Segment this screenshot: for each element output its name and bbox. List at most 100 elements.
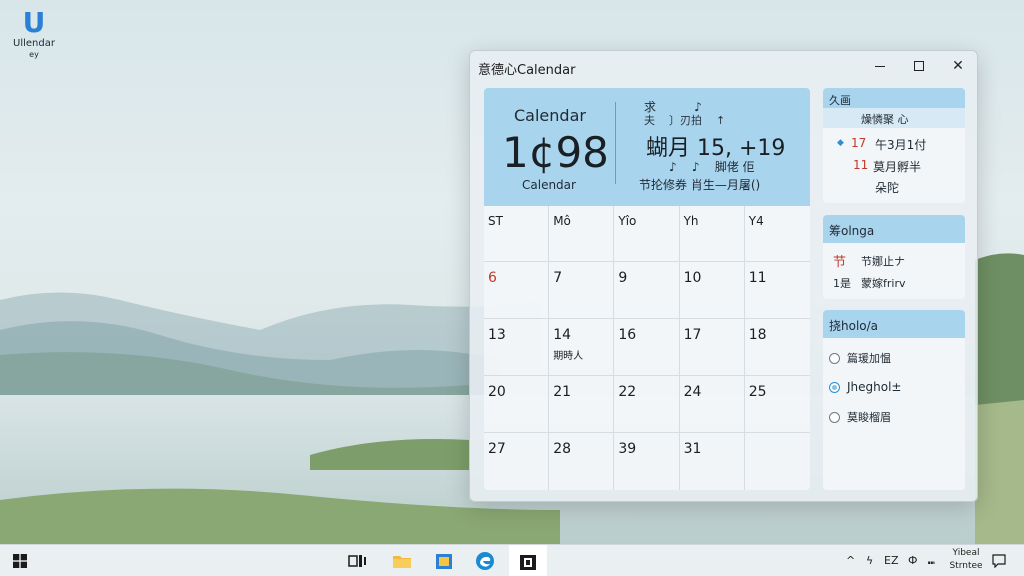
header-right-line3: 节抡修券 肖生—月屠() (639, 178, 761, 192)
calendar-window: 意德心Calendar ✕ Calendar 1¢98 Calendar 求 ♪… (469, 50, 978, 502)
event-date-number: 11 (853, 158, 869, 172)
calendar-main: Calendar 1¢98 Calendar 求 ♪ 夫 〕刃拍 ↑ 蝴月 15… (484, 88, 810, 490)
events-panel: 久画 燥憐聚 心 ◆ 17 午3月1付 11 莫月孵半 朵陀 (823, 88, 965, 203)
minimize-icon (875, 65, 885, 67)
radio-selected-icon (829, 381, 840, 393)
calendar-day-number: 14 (553, 327, 572, 343)
tray-network-icon[interactable]: ϟ (866, 554, 873, 567)
taskbar: ^ ϟ EZ Ф ⑉ Yibeal Strntee (0, 544, 1024, 576)
calendar-day-cell[interactable]: 25 (745, 376, 810, 432)
options-panel: 挠holo/a 篇瑗加愠 Jheghol± 莫睃榴眉 (823, 310, 965, 490)
taskbar-edge-browser[interactable] (467, 545, 503, 576)
notification-center-button[interactable] (988, 545, 1010, 576)
weekday-header: ST (484, 206, 550, 261)
calendar-week-row: 13 14 期時人 16 17 18 (484, 319, 810, 376)
event-item[interactable]: 莫月孵半 (873, 158, 921, 175)
option-label: Jheghol± (847, 380, 902, 394)
folder-icon (393, 556, 411, 568)
header-right-line2: ♪ ♪ 脚佬 佢 (669, 160, 755, 174)
calendar-week-row: 27 28 39 31 (484, 433, 810, 490)
tray-volume-icon[interactable]: Ф (908, 554, 917, 567)
radio-circle-icon (829, 352, 840, 364)
calendar-grid: ST Mô Yîo Yh Y4 6 7 9 10 11 13 14 期時人 16 (484, 206, 810, 490)
calendar-day-cell[interactable]: 27 (484, 433, 550, 490)
header-right-line1b: 夫 〕刃拍 ↑ (644, 114, 726, 127)
events-panel-title: 久画 (823, 88, 965, 108)
calendar-day-cell[interactable]: 22 (614, 376, 680, 432)
task-view-icon (348, 555, 366, 567)
taskbar-calendar-app[interactable] (426, 545, 462, 576)
notes-panel-title: 筹olnga (823, 215, 965, 243)
calendar-header: Calendar 1¢98 Calendar 求 ♪ 夫 〕刃拍 ↑ 蝴月 15… (484, 88, 810, 206)
option-label: 莫睃榴眉 (847, 411, 891, 424)
maximize-button[interactable] (899, 51, 939, 81)
calendar-day-cell[interactable]: 16 (614, 319, 680, 375)
calendar-day-cell[interactable]: 7 (549, 262, 615, 318)
edge-browser-icon (476, 552, 494, 570)
calendar-day-cell[interactable]: 6 (484, 262, 550, 318)
weekday-header: Yh (680, 206, 745, 261)
calendar-day-event-note: 期時人 (553, 351, 584, 362)
calendar-day-cell[interactable]: 13 (484, 319, 550, 375)
maximize-icon (914, 61, 924, 71)
calendar-day-cell[interactable]: 11 (745, 262, 810, 318)
desktop-shortcut-sublabel: ey (29, 50, 39, 59)
calendar-day-cell[interactable] (745, 433, 810, 490)
note-marker: 1是 (833, 277, 851, 290)
windows-logo-icon (13, 554, 27, 568)
notes-panel: 筹olnga 节 节娜止ナ 1是 蒙嫁frirv (823, 215, 965, 299)
desktop-shortcut-label: Ullendar (13, 38, 55, 49)
header-divider (615, 102, 616, 184)
desktop-shortcut-calendar[interactable]: U Ullendar ey (6, 8, 62, 60)
calendar-day-cell[interactable]: 39 (614, 433, 680, 490)
calendar-day-cell[interactable]: 20 (484, 376, 550, 432)
calendar-day-cell[interactable]: 21 (549, 376, 615, 432)
weekday-header: Y4 (748, 214, 764, 228)
weekday-header: Yîo (614, 206, 680, 261)
event-bullet-icon: ◆ (837, 138, 844, 148)
option-label: 篇瑗加愠 (847, 352, 891, 365)
weekday-header: Mô (549, 206, 615, 261)
calendar-day-cell[interactable]: 9 (614, 262, 680, 318)
tray-language-indicator[interactable]: EZ (884, 554, 899, 567)
close-button[interactable]: ✕ (938, 51, 978, 81)
taskbar-file-explorer[interactable] (384, 545, 420, 576)
options-panel-title: 挠holo/a (823, 310, 965, 338)
note-item[interactable]: 节娜止ナ (861, 253, 905, 269)
calendar-day-cell[interactable]: 18 (745, 319, 810, 375)
calendar-day-cell[interactable]: 14 期時人 (549, 319, 615, 375)
calendar-day-cell[interactable]: 24 (680, 376, 745, 432)
events-panel-subtitle: 燥憐聚 心 (823, 108, 965, 128)
close-icon: ✕ (952, 58, 964, 74)
header-calendar-label: Calendar (514, 106, 586, 125)
option-radio[interactable]: 莫睃榴眉 (829, 409, 891, 425)
store-bag-icon (520, 555, 536, 570)
header-big-number: 1¢98 (502, 128, 609, 177)
option-radio[interactable]: Jheghol± (829, 380, 901, 394)
window-title: 意德心Calendar (478, 63, 576, 78)
weekday-header-row: ST Mô Yîo Yh Y4 (484, 206, 810, 262)
notification-icon (992, 554, 1006, 568)
window-titlebar[interactable]: 意德心Calendar ✕ (470, 51, 977, 83)
start-button[interactable] (0, 545, 40, 576)
clock-line2: Strntee (949, 561, 983, 571)
clock-line1: Yibeal (952, 548, 980, 558)
taskbar-clock[interactable]: Yibeal Strntee (944, 547, 988, 573)
option-radio[interactable]: 篇瑗加愠 (829, 350, 891, 366)
calendar-day-cell[interactable]: 17 (680, 319, 745, 375)
event-item[interactable]: 午3月1付 (875, 136, 926, 153)
event-date-number: 17 (851, 136, 867, 150)
calendar-day-cell[interactable]: 31 (680, 433, 745, 490)
minimize-button[interactable] (860, 51, 900, 81)
tray-wifi-icon[interactable]: ⑉ (928, 554, 935, 567)
event-item[interactable]: 朵陀 (875, 179, 899, 196)
calendar-app-taskbar-icon (436, 554, 452, 569)
calendar-app-icon: U (22, 6, 46, 39)
tray-chevron-icon[interactable]: ^ (846, 554, 855, 567)
note-item[interactable]: 蒙嫁frirv (861, 275, 905, 291)
calendar-day-cell[interactable]: 10 (680, 262, 745, 318)
header-calendar-sublabel: Calendar (522, 178, 576, 192)
calendar-day-cell[interactable]: 28 (549, 433, 615, 490)
taskbar-store-active[interactable] (509, 545, 547, 576)
task-view-button[interactable] (340, 545, 376, 576)
